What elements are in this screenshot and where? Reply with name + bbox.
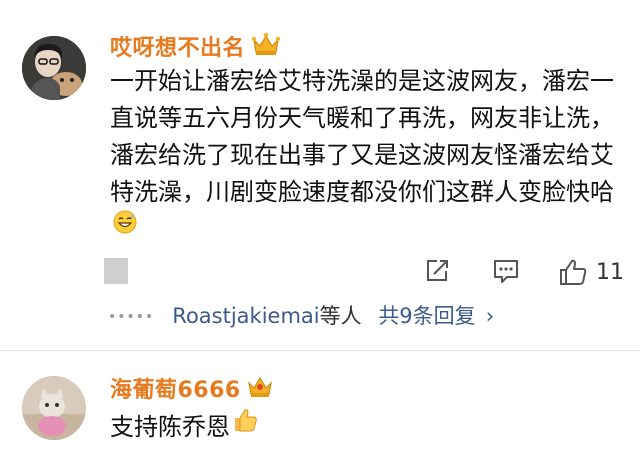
thumbs-up-emoji-icon <box>232 407 258 444</box>
grin-sweat-emoji-icon <box>112 209 138 246</box>
comment-actions: 11 <box>0 254 640 294</box>
like-thumb-icon[interactable] <box>558 258 588 290</box>
user-avatar[interactable] <box>22 376 86 440</box>
comment-icon[interactable] <box>492 258 520 288</box>
crown-badge-icon <box>247 374 273 404</box>
comment-text: 支持陈乔恩 <box>110 409 258 446</box>
comment-username[interactable]: 海葡萄6666 <box>110 372 273 404</box>
crown-badge-icon <box>251 32 281 62</box>
image-thumbnail[interactable] <box>104 258 128 284</box>
share-icon[interactable] <box>424 258 450 288</box>
reply-summary[interactable]: ••••• Roastjakiemai等人 共9条回复 › <box>108 300 494 336</box>
reply-suffix: 等人 <box>319 304 362 328</box>
comment-divider <box>0 350 640 351</box>
comment-username[interactable]: 哎呀想不出名 <box>110 30 281 62</box>
comment-text: 一开始让潘宏给艾特洗澡的是这波网友，潘宏一直说等五六月份天气暖和了再洗，网友非让… <box>110 63 620 248</box>
like-count: 11 <box>596 260 624 285</box>
comment-body: 一开始让潘宏给艾特洗澡的是这波网友，潘宏一直说等五六月份天气暖和了再洗，网友非让… <box>110 67 614 206</box>
user-avatar[interactable] <box>22 36 86 100</box>
username-text[interactable]: 海葡萄6666 <box>110 378 241 403</box>
reply-count-link[interactable]: 共9条回复 <box>378 304 475 328</box>
chevron-right-icon: › <box>485 304 495 328</box>
comment-body: 支持陈乔恩 <box>110 413 230 441</box>
reply-users[interactable]: Roastjakiemai <box>172 304 319 328</box>
ellipsis-icon: ••••• <box>108 309 155 325</box>
username-text[interactable]: 哎呀想不出名 <box>110 36 245 61</box>
